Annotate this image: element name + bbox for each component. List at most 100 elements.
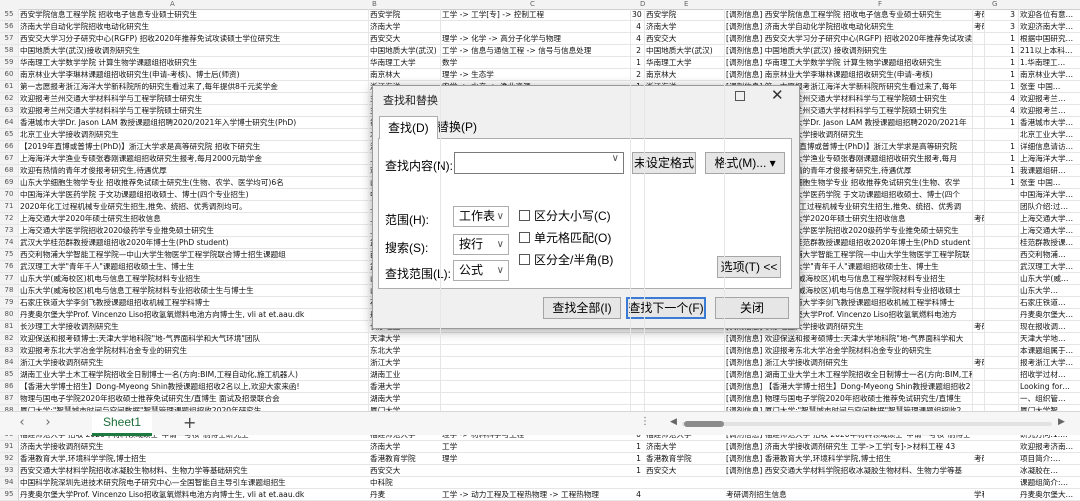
table-cell-c[interactable]: 理学 -> 生态学 <box>440 69 630 80</box>
row-number[interactable]: 64 <box>0 117 19 128</box>
table-cell-b[interactable]: 香港大学 <box>368 381 440 392</box>
find-next-button[interactable]: 查找下一个(F) <box>626 297 706 319</box>
table-cell-g[interactable] <box>972 201 984 212</box>
table-cell-b[interactable]: 西安交大 <box>368 465 440 476</box>
table-cell-h[interactable] <box>984 321 1018 332</box>
table-cell-i[interactable]: 武汉理工大学… <box>1018 261 1080 272</box>
table-cell-g[interactable] <box>972 441 984 452</box>
table-cell-h[interactable] <box>984 381 1018 392</box>
row-number[interactable]: 78 <box>0 285 19 296</box>
table-cell-b[interactable]: 湖南工业 <box>368 369 440 380</box>
table-cell-d[interactable]: 4 <box>630 21 644 32</box>
close-icon[interactable]: ✕ <box>771 86 784 104</box>
table-cell-f[interactable]: [调剂信息] 物理与国电子学院2020年招收硕士推荐免试研究生/直博生 <box>724 393 972 404</box>
table-cell-i[interactable]: 招收学过材… <box>1018 369 1080 380</box>
row-number[interactable]: 87 <box>0 393 19 404</box>
table-cell-h[interactable] <box>984 357 1018 368</box>
table-cell-i[interactable]: 天津大学地… <box>1018 333 1080 344</box>
table-cell-e[interactable] <box>644 369 724 380</box>
table-cell-a[interactable]: 西安学院信息工程学院 招收电子信息专业硕士研究生 <box>18 9 368 20</box>
table-cell-i[interactable]: 1.华南理工… <box>1018 57 1080 68</box>
table-cell-a[interactable]: 上海交通大学医学院招收2020级药学专业推免硕士研究生 <box>18 225 368 236</box>
column-header-c[interactable]: C <box>530 0 535 9</box>
more-options-icon[interactable]: ⋮ <box>640 416 650 427</box>
table-row[interactable]: 82 欢迎保送和报考硕博士:天津大学地科院"地-气界面科学和大气环境"团队 天津大学… <box>0 333 1080 345</box>
row-number[interactable]: 92 <box>0 453 19 464</box>
table-cell-g[interactable] <box>972 69 984 80</box>
table-cell-g[interactable] <box>972 237 984 248</box>
table-cell-a[interactable]: 【2019年直博或普博士(PhD)】浙江大学求是高等研究院 招收下研究生 <box>18 141 368 152</box>
table-cell-g[interactable] <box>972 93 984 104</box>
table-cell-h[interactable] <box>984 345 1018 356</box>
table-row[interactable]: 83 欢迎报考东北大学冶金学院材料冶金专业的研究生 东北大学 [调剂信息] 欢迎报考东… <box>0 345 1080 357</box>
chevron-down-icon[interactable]: ∨ <box>612 153 619 164</box>
table-cell-d[interactable] <box>630 477 644 488</box>
table-cell-a[interactable]: 山东大学(威海校区)机电与信息工程学院材料专业招生 <box>18 273 368 284</box>
table-cell-e[interactable]: 西安交大 <box>644 465 724 476</box>
table-cell-a[interactable]: 华南理工大学数学学院 计算生物学课题组招收研究生 <box>18 57 368 68</box>
table-cell-a[interactable]: 丹麦奥尔堡大学Prof. Vincenzo Liso招收氢氧燃料电池方向博士生,… <box>18 309 368 320</box>
close-button[interactable]: 关闭 <box>715 297 789 319</box>
table-cell-g[interactable] <box>972 309 984 320</box>
table-cell-e[interactable] <box>644 393 724 404</box>
table-cell-i[interactable]: 张奎 中国… <box>1018 81 1080 92</box>
table-row[interactable]: 91 济南大学接收调剂研究生 济南大学 工学 1 济南大学 [调剂信息] 济南大学接收调剂研… <box>0 441 1080 453</box>
table-cell-e[interactable] <box>644 381 724 392</box>
table-cell-f[interactable]: [调剂信息] 欢迎保送和报考硕博士:天津大学地科院"地-气界面科学和大 <box>724 333 972 344</box>
table-cell-d[interactable] <box>630 357 644 368</box>
table-cell-i[interactable]: Looking for… <box>1018 381 1080 392</box>
table-cell-e[interactable]: 西安学院 <box>644 9 724 20</box>
table-cell-h[interactable] <box>984 297 1018 308</box>
table-cell-d[interactable]: 1 <box>630 453 644 464</box>
row-number[interactable]: 58 <box>0 45 19 56</box>
row-number[interactable]: 84 <box>0 357 19 368</box>
table-cell-b[interactable]: 华南理工大学 <box>368 57 440 68</box>
table-cell-h[interactable] <box>984 309 1018 320</box>
table-cell-h[interactable] <box>984 225 1018 236</box>
table-cell-g[interactable]: 考研调剂招生信息 <box>972 357 984 368</box>
row-number[interactable]: 73 <box>0 225 19 236</box>
table-cell-b[interactable]: 东北大学 <box>368 345 440 356</box>
checkbox-icon[interactable] <box>519 210 530 221</box>
row-number[interactable]: 71 <box>0 201 19 212</box>
row-number[interactable]: 68 <box>0 165 19 176</box>
table-cell-e[interactable]: 济南大学 <box>644 21 724 32</box>
table-row[interactable]: 55 西安学院信息工程学院 招收电子信息专业硕士研究生 西安学院 工学 -> 工学[专… <box>0 9 1080 21</box>
table-cell-d[interactable]: 4 <box>630 489 644 500</box>
table-cell-b[interactable]: 西安交大 <box>368 33 440 44</box>
table-cell-f[interactable]: [调剂信息] 欢迎报考东北大学冶金学院材料冶金专业的研究生 <box>724 345 972 356</box>
row-number[interactable]: 81 <box>0 321 19 332</box>
table-cell-h[interactable]: 1 <box>984 177 1018 188</box>
row-number[interactable]: 77 <box>0 273 19 284</box>
table-cell-a[interactable]: 长沙理工大学接收调剂研究生 <box>18 321 368 332</box>
table-cell-c[interactable]: 工学 <box>440 441 630 452</box>
table-cell-g[interactable] <box>972 117 984 128</box>
table-cell-e[interactable] <box>644 345 724 356</box>
scope-select[interactable]: 工作表 ∨ <box>453 206 509 227</box>
table-cell-i[interactable]: 丹麦奥尔堡大… <box>1018 309 1080 320</box>
table-cell-d[interactable]: 1 <box>630 57 644 68</box>
table-cell-c[interactable] <box>440 477 630 488</box>
table-cell-g[interactable]: 考研调剂招生信息 <box>972 453 984 464</box>
table-row[interactable]: 59 华南理工大学数学学院 计算生物学课题组招收研究生 华南理工大学 数学 1 华南理工大… <box>0 57 1080 69</box>
table-cell-g[interactable] <box>972 81 984 92</box>
table-cell-a[interactable]: 中国海洋大学医药学院 于文功课题组招收硕士、博士(四个专业招生) <box>18 189 368 200</box>
row-number[interactable]: 65 <box>0 129 19 140</box>
row-number[interactable]: 56 <box>0 21 19 32</box>
table-cell-h[interactable] <box>984 249 1018 260</box>
table-cell-b[interactable]: 湖南大学 <box>368 393 440 404</box>
table-cell-f[interactable]: [调剂信息] 南京林业大学李琳林课题组招收研究生(申请-考核) <box>724 69 972 80</box>
table-cell-e[interactable]: 华南理工大学 <box>644 57 724 68</box>
table-cell-h[interactable]: 4 <box>984 93 1018 104</box>
table-cell-h[interactable] <box>984 333 1018 344</box>
table-cell-a[interactable]: 2020年化工过程机械专业研究生招生,推免、统招、优秀调剂均可。 <box>18 201 368 212</box>
table-cell-c[interactable] <box>440 345 630 356</box>
table-cell-h[interactable] <box>984 369 1018 380</box>
table-row[interactable]: 84浙江大学接收调剂研究生浙江大学 [调剂信息] 浙江大学接收调剂研究生考研调剂招… <box>0 357 1080 369</box>
table-cell-i[interactable]: 张奎 中国… <box>1018 177 1080 188</box>
table-cell-h[interactable] <box>984 489 1018 500</box>
table-cell-a[interactable]: 丹麦奥尔堡大学Prof. Vincenzo Liso招收氢氧燃料电池方向博士生,… <box>18 489 368 500</box>
row-number[interactable]: 94 <box>0 477 19 488</box>
row-number[interactable]: 60 <box>0 69 19 80</box>
table-cell-h[interactable] <box>984 189 1018 200</box>
